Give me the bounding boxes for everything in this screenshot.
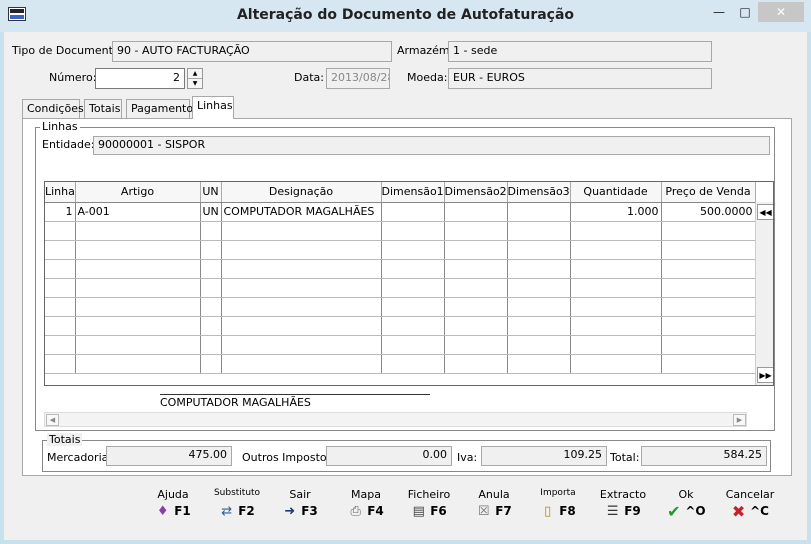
ajuda-button[interactable]: Ajuda ♦ F1 xyxy=(152,488,194,526)
book-icon: ♦ xyxy=(156,503,169,519)
tipo-documento-field[interactable]: 90 - AUTO FACTURAÇÃO xyxy=(112,41,392,62)
cell-artigo[interactable]: A-001 xyxy=(75,201,201,222)
statement-icon: ☰ xyxy=(606,503,619,519)
moeda-label: Moeda: xyxy=(407,71,448,84)
tab-totais[interactable]: Totais xyxy=(84,99,122,118)
designacao-description: COMPUTADOR MAGALHÃES xyxy=(160,394,430,409)
table-row[interactable] xyxy=(45,316,756,336)
anula-button[interactable]: Anula ☒ F7 xyxy=(472,488,516,526)
cell-un[interactable]: UN xyxy=(200,201,222,222)
table-row[interactable]: 1 A-001 UN COMPUTADOR MAGALHÃES 1.000 50… xyxy=(45,201,756,222)
tab-condicoes[interactable]: Condições xyxy=(22,99,84,118)
ficheiro-button[interactable]: Ficheiro ▤ F6 xyxy=(406,488,452,526)
x-icon: ✖ xyxy=(731,501,746,521)
cell-dimensao2[interactable] xyxy=(444,201,508,222)
scroll-right-icon[interactable]: ▶ xyxy=(733,414,746,426)
ok-button[interactable]: Ok ✔ ^O xyxy=(664,488,708,526)
tab-pagamento[interactable]: Pagamento xyxy=(126,99,193,118)
checkmark-icon: ✔ xyxy=(667,501,681,521)
col-un[interactable]: UN xyxy=(200,182,222,203)
mapa-button[interactable]: Mapa ⎙ F4 xyxy=(344,488,388,526)
import-icon: ▯ xyxy=(544,503,552,519)
minimize-button[interactable]: — xyxy=(706,2,732,22)
col-preco-venda[interactable]: Preço de Venda xyxy=(661,182,756,203)
mercadoria-field[interactable]: 475.00 xyxy=(106,446,232,466)
maximize-button[interactable]: □ xyxy=(732,2,758,22)
table-row[interactable] xyxy=(45,335,756,355)
col-dimensao3[interactable]: Dimensão3 xyxy=(507,182,571,203)
lines-table: Linha Artigo UN Designação Dimensão1 Dim… xyxy=(45,182,756,374)
col-designacao[interactable]: Designação xyxy=(221,182,382,203)
file-icon: ▤ xyxy=(412,503,425,519)
table-header-row: Linha Artigo UN Designação Dimensão1 Dim… xyxy=(45,182,756,203)
numero-label: Número: xyxy=(49,71,97,84)
importa-button[interactable]: Importa ▯ F8 xyxy=(534,488,582,526)
cell-preco-venda[interactable]: 500.0000 xyxy=(661,201,756,222)
cell-designacao[interactable]: COMPUTADOR MAGALHÃES xyxy=(221,201,382,222)
printer-icon: ⎙ xyxy=(350,503,361,519)
horizontal-scrollbar[interactable]: ◀ ▶ xyxy=(44,412,747,427)
title-bar: Alteração do Documento de Autofaturação … xyxy=(0,0,811,32)
totais-group-title: Totais xyxy=(47,433,83,446)
cell-quantidade[interactable]: 1.000 xyxy=(570,201,662,222)
scroll-first-icon[interactable]: ◀◀ xyxy=(757,204,773,220)
iva-label: Iva: xyxy=(457,451,478,464)
spin-up-icon[interactable]: ▲ xyxy=(188,69,202,79)
table-row[interactable] xyxy=(45,240,756,260)
entidade-field[interactable]: 90000001 - SISPOR xyxy=(93,136,770,155)
extracto-button[interactable]: Extracto ☰ F9 xyxy=(598,488,648,526)
table-row[interactable] xyxy=(45,221,756,241)
cell-dimensao3[interactable] xyxy=(507,201,571,222)
data-field[interactable]: 2013/08/28 xyxy=(326,68,390,89)
col-quantidade[interactable]: Quantidade xyxy=(570,182,662,203)
cancel-doc-icon: ☒ xyxy=(477,503,490,519)
tab-linhas[interactable]: Linhas xyxy=(192,96,234,119)
linhas-group-title: Linhas xyxy=(40,120,80,133)
table-row[interactable] xyxy=(45,259,756,279)
outros-impostos-field[interactable]: 0.00 xyxy=(326,446,452,466)
tipo-documento-label: Tipo de Documento: xyxy=(12,44,124,57)
grid-vertical-scrollbar[interactable]: ◀◀ ▶▶ xyxy=(755,202,773,385)
armazem-field[interactable]: 1 - sede xyxy=(448,41,712,62)
substitute-icon: ⇄ xyxy=(221,503,233,519)
spin-down-icon[interactable]: ▼ xyxy=(188,79,202,89)
cancelar-button[interactable]: Cancelar ✖ ^C xyxy=(724,488,776,526)
col-dimensao1[interactable]: Dimensão1 xyxy=(381,182,445,203)
mercadoria-label: Mercadoria: xyxy=(47,451,113,464)
total-label: Total: xyxy=(610,451,640,464)
close-button[interactable]: ✕ xyxy=(758,2,804,22)
outros-impostos-label: Outros Impostos: xyxy=(242,451,337,464)
lines-grid: Linha Artigo UN Designação Dimensão1 Dim… xyxy=(44,181,774,386)
moeda-field[interactable]: EUR - EUROS xyxy=(448,68,712,89)
cell-dimensao1[interactable] xyxy=(381,201,445,222)
scroll-left-icon[interactable]: ◀ xyxy=(46,414,59,426)
sair-button[interactable]: Sair ➜ F3 xyxy=(278,488,322,526)
scroll-last-icon[interactable]: ▶▶ xyxy=(757,367,773,383)
substituto-button[interactable]: Substituto ⇄ F2 xyxy=(212,488,262,526)
numero-input[interactable]: 2 xyxy=(95,68,185,89)
entidade-label: Entidade: xyxy=(42,138,95,151)
data-label: Data: xyxy=(294,71,324,84)
col-artigo[interactable]: Artigo xyxy=(75,182,201,203)
table-row[interactable] xyxy=(45,354,756,374)
numero-spinner[interactable]: ▲ ▼ xyxy=(187,68,203,89)
col-dimensao2[interactable]: Dimensão2 xyxy=(444,182,508,203)
dialog-body: Tipo de Documento: 90 - AUTO FACTURAÇÃO … xyxy=(4,32,807,540)
table-row[interactable] xyxy=(45,297,756,317)
window-title: Alteração do Documento de Autofaturação xyxy=(236,7,575,23)
cell-linha[interactable]: 1 xyxy=(45,201,76,222)
table-row[interactable] xyxy=(45,278,756,298)
exit-icon: ➜ xyxy=(284,503,296,519)
armazem-label: Armazém: xyxy=(397,44,454,57)
iva-field[interactable]: 109.25 xyxy=(481,446,607,466)
col-linha[interactable]: Linha xyxy=(45,182,76,203)
total-field[interactable]: 584.25 xyxy=(641,446,767,466)
